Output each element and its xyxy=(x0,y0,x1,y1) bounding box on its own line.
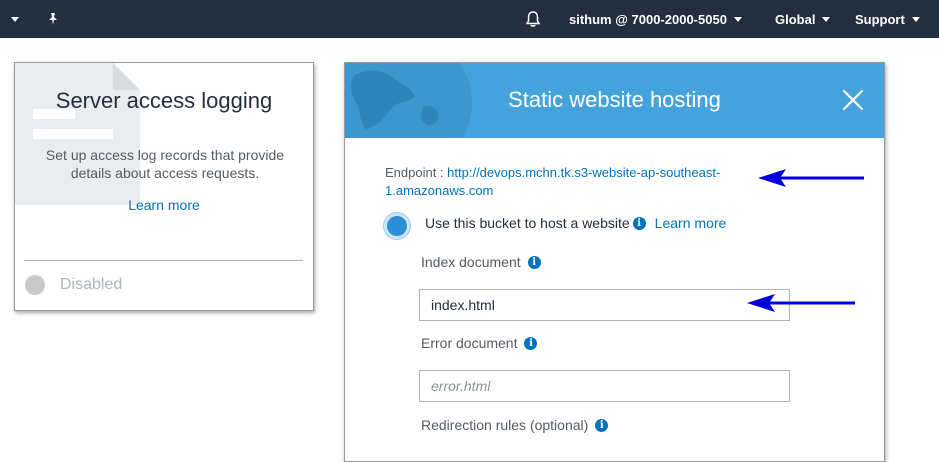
divider xyxy=(24,260,303,261)
card-header: Static website hosting xyxy=(345,63,884,138)
error-document-input[interactable] xyxy=(419,370,790,402)
index-document-input[interactable] xyxy=(419,289,790,321)
pin-icon[interactable] xyxy=(46,0,60,38)
use-bucket-option[interactable]: Use this bucket to host a website i Lear… xyxy=(425,215,726,231)
services-menu-toggle[interactable] xyxy=(4,0,19,38)
error-document-label: Error document xyxy=(421,335,518,351)
annotation-arrow-icon xyxy=(758,169,864,187)
card-title: Server access logging xyxy=(55,88,273,113)
index-document-label: Index document xyxy=(421,254,521,270)
index-document-label-row: Index document i xyxy=(421,254,541,270)
region-menu[interactable]: Global xyxy=(775,0,831,38)
account-menu[interactable]: sithum @ 7000-2000-5050 xyxy=(569,0,742,38)
status-label: Disabled xyxy=(60,276,123,293)
close-icon[interactable] xyxy=(842,89,864,111)
info-icon[interactable]: i xyxy=(632,216,646,230)
annotation-arrow-icon xyxy=(747,294,855,312)
account-name: sithum @ 7000-2000-5050 xyxy=(569,11,727,27)
chevron-down-icon xyxy=(911,16,920,22)
endpoint-line: Endpoint : http://devops.mchn.tk.s3-webs… xyxy=(385,164,765,200)
disabled-status-radio xyxy=(25,275,45,295)
endpoint-label: Endpoint : xyxy=(385,165,448,180)
server-access-logging-card[interactable]: Server access logging Set up access log … xyxy=(14,62,314,311)
chevron-down-icon xyxy=(11,16,19,22)
chevron-down-icon xyxy=(822,16,831,22)
region-label: Global xyxy=(775,11,816,27)
info-icon[interactable]: i xyxy=(524,336,538,350)
redirection-rules-label: Redirection rules (optional) xyxy=(421,417,589,433)
learn-more-link[interactable]: Learn more xyxy=(15,197,313,213)
top-navigation-bar: sithum @ 7000-2000-5050 Global Support xyxy=(0,0,939,38)
redirection-rules-label-row: Redirection rules (optional) i xyxy=(421,417,609,433)
static-website-hosting-card: Static website hosting Endpoint : http:/… xyxy=(344,62,885,462)
use-bucket-label: Use this bucket to host a website xyxy=(425,215,630,231)
card-title: Static website hosting xyxy=(508,87,721,112)
support-label: Support xyxy=(855,11,905,27)
document-watermark-icon xyxy=(15,63,140,205)
info-icon[interactable]: i xyxy=(527,255,541,269)
chevron-down-icon xyxy=(733,16,742,22)
learn-more-link[interactable]: Learn more xyxy=(655,215,727,231)
notifications-bell-icon[interactable] xyxy=(524,0,542,38)
support-menu[interactable]: Support xyxy=(855,0,920,38)
info-icon[interactable]: i xyxy=(595,418,609,432)
use-bucket-radio[interactable] xyxy=(384,213,410,239)
card-description: Set up access log records that provide d… xyxy=(45,147,285,181)
error-document-label-row: Error document i xyxy=(421,335,538,351)
